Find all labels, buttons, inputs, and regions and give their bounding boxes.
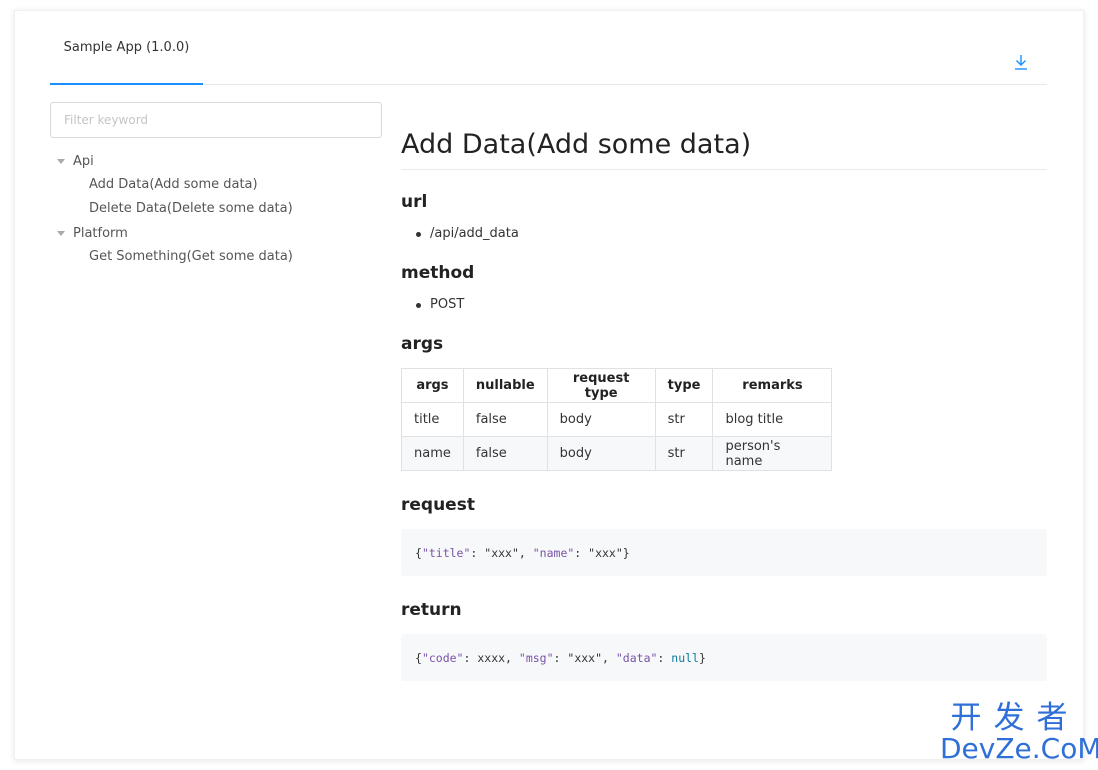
code-punct: } <box>622 545 630 560</box>
watermark-line1: 开发者 <box>950 700 1080 736</box>
return-heading: return <box>401 600 462 621</box>
code-punct: , <box>505 650 519 665</box>
th-remarks: remarks <box>712 368 833 404</box>
doc-content: Add Data(Add some data) url /api/add_dat… <box>401 111 1047 682</box>
code-key: "code" <box>421 650 464 665</box>
table-cell: name <box>401 436 464 472</box>
code-punct: : <box>657 650 672 665</box>
caret-down-icon <box>57 158 65 164</box>
method-value: POST <box>416 297 1047 312</box>
method-list: POST <box>401 297 1047 312</box>
code-punct: : <box>574 545 589 560</box>
code-keyword: null <box>671 650 699 665</box>
tree-group-api: Api Add Data(Add some data) Delete Data(… <box>55 149 385 221</box>
code-key: "data" <box>615 650 658 665</box>
code-punct: : <box>470 545 485 560</box>
tree-children-platform: Get Something(Get some data) <box>55 245 385 269</box>
tree-group-platform: Platform Get Something(Get some data) <box>55 221 385 269</box>
th-request-type: request type <box>546 368 656 404</box>
table-cell: str <box>654 436 714 472</box>
watermark-line2: DevZe.CoM <box>940 732 1098 765</box>
return-code-block: {"code": xxxx, "msg": "xxx", "data": nul… <box>401 634 1047 682</box>
tree-item-delete-data[interactable]: Delete Data(Delete some data) <box>55 197 385 221</box>
method-heading: method <box>401 263 475 284</box>
table-cell: blog title <box>712 402 833 438</box>
doc-title: Add Data(Add some data) <box>401 111 1047 171</box>
code-value: "xxx" <box>588 545 623 560</box>
code-punct: , <box>602 650 616 665</box>
code-punct: { <box>415 545 422 560</box>
tree-children-api: Add Data(Add some data) Delete Data(Dele… <box>55 173 385 221</box>
url-heading: url <box>401 192 428 213</box>
table-cell: body <box>546 436 656 472</box>
tree-node-api[interactable]: Api <box>55 149 385 173</box>
tab-label: Sample App (1.0.0) <box>63 39 190 55</box>
table-cell: title <box>401 402 464 438</box>
filter-input[interactable] <box>50 102 382 138</box>
code-punct: : <box>463 650 478 665</box>
tab-sample-app[interactable]: Sample App (1.0.0) <box>50 11 203 85</box>
th-type: type <box>654 368 714 404</box>
code-punct: { <box>415 650 422 665</box>
url-value: /api/add_data <box>416 226 1047 241</box>
caret-down-icon <box>57 230 65 236</box>
code-value: xxxx <box>477 650 506 665</box>
api-tree: Api Add Data(Add some data) Delete Data(… <box>55 149 385 269</box>
table-row: title false body str blog title <box>401 402 833 438</box>
watermark-logo: 开发者 DevZe.CoM <box>940 700 1098 765</box>
code-key: "name" <box>532 545 575 560</box>
tree-node-platform[interactable]: Platform <box>55 221 385 245</box>
table-cell: body <box>546 402 656 438</box>
code-punct: } <box>698 650 706 665</box>
code-value: "xxx" <box>567 650 603 665</box>
code-value: "xxx" <box>484 545 519 560</box>
tree-node-label: Platform <box>73 225 128 241</box>
code-punct: : <box>553 650 568 665</box>
th-nullable: nullable <box>462 368 548 404</box>
url-list: /api/add_data <box>401 226 1047 241</box>
table-header-row: args nullable request type type remarks <box>401 368 833 404</box>
app-card: Sample App (1.0.0) Api Add Data(Add some… <box>14 10 1084 760</box>
table-row: name false body str person's name <box>401 436 833 472</box>
args-table: args nullable request type type remarks … <box>401 368 833 472</box>
table-cell: false <box>462 436 548 472</box>
table-cell: str <box>654 402 714 438</box>
tree-item-add-data[interactable]: Add Data(Add some data) <box>55 173 385 197</box>
tree-node-label: Api <box>73 153 94 169</box>
table-cell: false <box>462 402 548 438</box>
download-icon[interactable] <box>1013 53 1029 71</box>
request-code-block: {"title": "xxx", "name": "xxx"} <box>401 529 1047 577</box>
table-cell: person's name <box>712 436 833 472</box>
tree-item-get-something[interactable]: Get Something(Get some data) <box>55 245 385 269</box>
args-heading: args <box>401 334 444 355</box>
request-heading: request <box>401 495 475 516</box>
header: Sample App (1.0.0) <box>50 11 1047 85</box>
code-key: "title" <box>421 545 471 560</box>
th-args: args <box>401 368 464 404</box>
code-punct: , <box>518 545 533 560</box>
code-key: "msg" <box>518 650 554 665</box>
